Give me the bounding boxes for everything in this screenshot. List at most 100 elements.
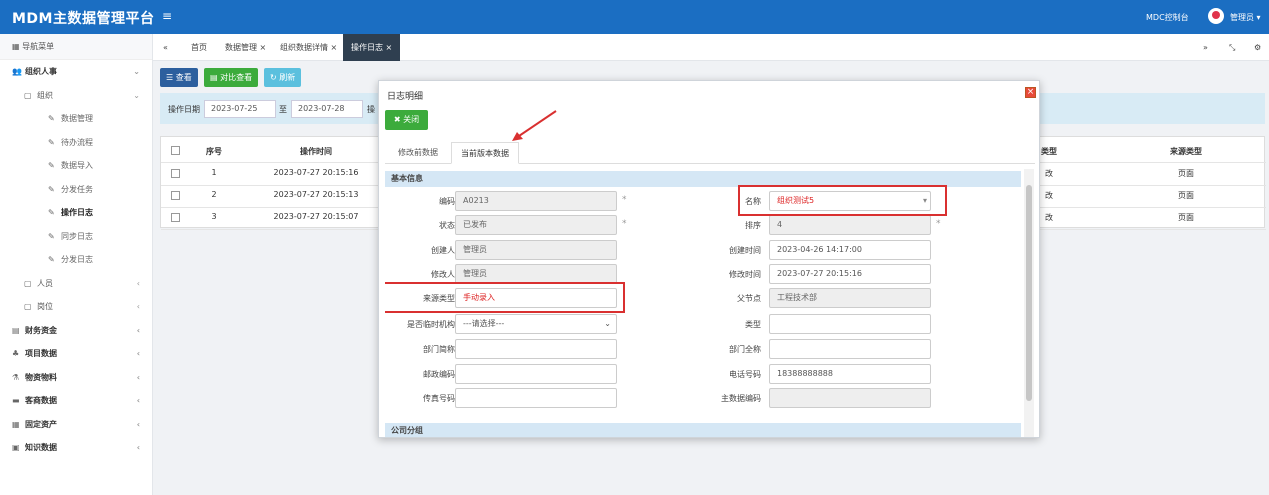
grid-icon: ▦ — [12, 42, 20, 51]
sidebar-item-label: 人员 — [37, 278, 53, 288]
view-button[interactable]: ☰ 查看 — [160, 68, 198, 87]
sidebar-item[interactable]: 👥 组织人事 ⌄ — [0, 60, 152, 84]
sidebar-item[interactable]: ✎ 分发任务 — [0, 178, 152, 202]
sidebar-item[interactable]: ✎ 同步日志 — [0, 225, 152, 249]
sidebar-item[interactable]: ✎ 分发日志 — [0, 248, 152, 272]
select-all-checkbox[interactable] — [171, 146, 180, 155]
gear-icon[interactable]: ⚙ — [1254, 34, 1261, 61]
field-label-parent: 父节点 — [737, 294, 761, 303]
field-create-time[interactable]: 2023-04-26 14:17:00 — [769, 240, 931, 260]
menu-item-icon: 👥 — [12, 67, 22, 76]
menu-item-icon: ▦ — [12, 419, 20, 429]
fullscreen-icon[interactable]: ⤡ — [1229, 34, 1235, 61]
close-icon[interactable]: × — [1025, 87, 1036, 98]
close-icon[interactable]: × — [386, 43, 393, 52]
sidebar-item[interactable]: ✎ 操作日志 — [0, 201, 152, 225]
row-checkbox[interactable] — [171, 169, 180, 178]
tab-current-data[interactable]: 当前版本数据 — [451, 142, 519, 164]
field-dept-full[interactable] — [769, 339, 931, 359]
chevron-icon: ‹ — [136, 278, 140, 288]
sidebar-item-label: 固定资产 — [25, 419, 57, 429]
sidebar-item-label: 物资物料 — [25, 372, 57, 382]
nav-header-label: 导航菜单 — [22, 42, 55, 51]
field-code[interactable]: A0213 — [455, 191, 617, 211]
sidebar-item[interactable]: ✎ 数据管理 — [0, 107, 152, 131]
highlight-box — [385, 282, 625, 313]
row-checkbox[interactable] — [171, 191, 180, 200]
field-label-phone: 电话号码 — [729, 370, 761, 379]
sidebar-item[interactable]: ⚗ 物资物料 ‹ — [0, 366, 152, 390]
sidebar-item-label: 分发日志 — [61, 255, 93, 264]
tab-operation-log[interactable]: 操作日志 × — [343, 34, 401, 61]
user-menu[interactable]: 管理员 ▾ — [1230, 12, 1261, 23]
console-link[interactable]: MDC控制台 — [1146, 12, 1189, 23]
field-creator[interactable]: 管理员 — [455, 240, 617, 260]
field-label-create-time: 创建时间 — [729, 246, 761, 255]
tab-scroll-left-icon[interactable]: « — [163, 34, 168, 61]
log-detail-modal: 日志明细 × ✖ 关闭 修改前数据 当前版本数据 基本信息 编码 A0213 * 名称… — [378, 80, 1040, 438]
compare-button-label: 对比查看 — [220, 73, 253, 82]
sidebar-item-label: 同步日志 — [61, 231, 93, 241]
sidebar-item[interactable]: ▦ 固定资产 ‹ — [0, 413, 152, 437]
avatar[interactable] — [1208, 8, 1224, 24]
refresh-button-label: 刷新 — [279, 73, 296, 82]
sidebar-item[interactable]: ▬ 客商数据 ‹ — [0, 389, 152, 413]
tab-scroll-right-icon[interactable]: » — [1203, 34, 1208, 61]
section-company-group: 公司分组 — [385, 423, 1021, 437]
tab-org-detail[interactable]: 组织数据详情 × — [280, 34, 337, 61]
field-label-dept-full: 部门全称 — [729, 345, 761, 354]
field-fax[interactable] — [455, 388, 617, 408]
menu-item-icon: ▢ — [24, 302, 32, 311]
field-parent[interactable]: 工程技术部 — [769, 288, 931, 308]
close-icon[interactable]: × — [331, 43, 338, 52]
tab-home[interactable]: 首页 — [191, 34, 207, 61]
sidebar-item-label: 客商数据 — [25, 396, 57, 405]
field-dept-short[interactable] — [455, 339, 617, 359]
row-checkbox[interactable] — [171, 213, 180, 222]
date-from-input[interactable]: 2023-07-25 — [204, 100, 276, 118]
sidebar-item[interactable]: ✎ 待办流程 — [0, 131, 152, 155]
field-value: A0213 — [463, 196, 489, 205]
close-button[interactable]: ✖ 关闭 — [385, 110, 428, 130]
sidebar-item[interactable]: ▤ 财务资金 ‹ — [0, 319, 152, 343]
sidebar-item[interactable]: ▢ 组织 ⌄ — [0, 84, 152, 108]
tab-data-manage-label: 数据管理 — [225, 43, 257, 52]
sidebar-item-label: 数据管理 — [61, 114, 93, 123]
field-type[interactable] — [769, 314, 931, 334]
sidebar-item-label: 组织 — [37, 90, 53, 100]
sidebar-item-label: 分发任务 — [61, 184, 93, 194]
field-value: 工程技术部 — [777, 293, 817, 302]
sidebar-item[interactable]: ♣ 项目数据 ‹ — [0, 342, 152, 366]
menu-item-icon: ▢ — [24, 90, 32, 100]
field-label-modifier: 修改人 — [431, 270, 455, 279]
tab-before-data[interactable]: 修改前数据 — [389, 142, 447, 164]
sidebar-item[interactable]: ▢ 岗位 ‹ — [0, 295, 152, 319]
field-status[interactable]: 已发布 — [455, 215, 617, 235]
row-source: 页面 — [1178, 169, 1194, 178]
field-modifier[interactable]: 管理员 — [455, 264, 617, 284]
date-to-input[interactable]: 2023-07-28 — [291, 100, 363, 118]
chevron-icon: ‹ — [136, 349, 140, 358]
sidebar-item[interactable]: ✎ 数据导入 — [0, 154, 152, 178]
field-temp-org[interactable]: ---请选择--- ⌄ — [455, 314, 617, 334]
menu-item-icon: ✎ — [48, 114, 55, 123]
field-label-master-code: 主数据编码 — [721, 394, 761, 403]
sidebar-item[interactable]: ▣ 知识数据 ‹ — [0, 436, 152, 460]
scrollbar-thumb[interactable] — [1026, 185, 1032, 401]
menu-toggle-icon[interactable]: ≡ — [162, 9, 172, 23]
field-postcode[interactable] — [455, 364, 617, 384]
field-master-code[interactable] — [769, 388, 931, 408]
field-order[interactable]: 4 — [769, 215, 931, 235]
field-phone[interactable]: 18388888888 — [769, 364, 931, 384]
row-no: 1 — [211, 168, 217, 177]
tab-data-manage[interactable]: 数据管理 × — [225, 34, 266, 61]
field-modify-time[interactable]: 2023-07-27 20:15:16 — [769, 264, 931, 284]
refresh-button[interactable]: ↻ 刷新 — [264, 68, 302, 87]
close-icon[interactable]: × — [260, 43, 267, 52]
scrollbar[interactable] — [1024, 169, 1034, 437]
annotation-arrow — [512, 110, 557, 141]
sidebar-item[interactable]: ▢ 人员 ‹ — [0, 272, 152, 296]
compare-button[interactable]: ▤ 对比查看 — [204, 68, 259, 87]
chevron-icon: ‹ — [136, 419, 140, 429]
sidebar-item-label: 组织人事 — [25, 67, 57, 76]
